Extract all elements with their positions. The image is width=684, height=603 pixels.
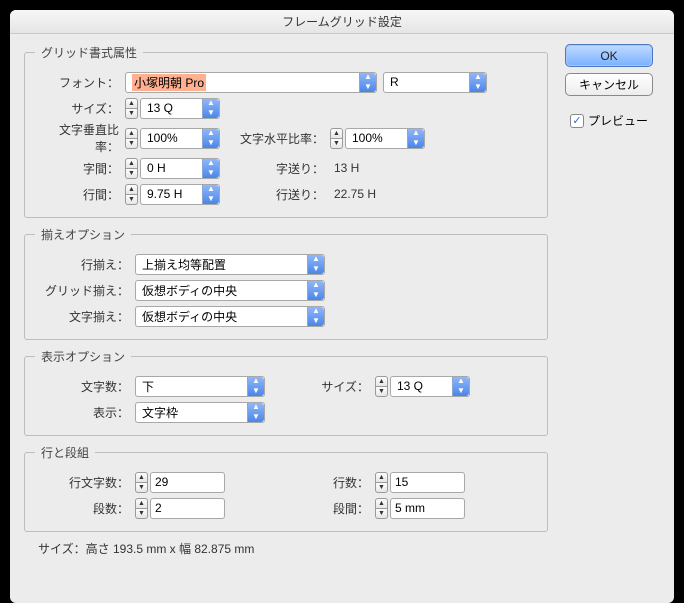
- line-aki-select[interactable]: 9.75 H ▲▼: [140, 184, 220, 205]
- chars-value: 29: [155, 475, 168, 489]
- gap-input[interactable]: 5 mm: [390, 498, 465, 519]
- label-hscale: 文字水平比率: [220, 130, 330, 147]
- lines-stepper[interactable]: ▲▼: [375, 472, 388, 493]
- font-family-value: 小塚明朝 Pro: [132, 74, 206, 91]
- view-size-stepper[interactable]: ▲▼: [375, 376, 388, 397]
- dan-input[interactable]: 2: [150, 498, 225, 519]
- legend-cols: 行と段組: [35, 444, 95, 461]
- line-align-value: 上揃え均等配置: [142, 256, 226, 273]
- label-font: フォント: [35, 74, 125, 91]
- label-lines: 行数: [225, 474, 375, 491]
- label-vscale: 文字垂直比率: [35, 121, 125, 155]
- hscale-select[interactable]: 100% ▲▼: [345, 128, 425, 149]
- stepper-arrows-icon: ▲▼: [307, 255, 324, 274]
- stepper-arrows-icon: ▲▼: [202, 129, 219, 148]
- ok-button[interactable]: OK: [565, 44, 653, 67]
- grid-align-value: 仮想ボディの中央: [142, 282, 237, 299]
- label-line-align: 行揃え: [35, 256, 135, 273]
- label-char-okuri: 字送り: [220, 160, 330, 177]
- legend-align: 揃えオプション: [35, 226, 131, 243]
- charcount-select[interactable]: 下 ▲▼: [135, 376, 265, 397]
- group-align-options: 揃えオプション 行揃え 上揃え均等配置 ▲▼ グリッド揃え 仮想ボディの中央 ▲…: [24, 226, 548, 340]
- gap-value: 5 mm: [395, 501, 425, 515]
- font-family-select[interactable]: 小塚明朝 Pro ▲▼: [125, 72, 377, 93]
- hscale-stepper[interactable]: ▲▼: [330, 128, 343, 149]
- vscale-value: 100%: [147, 131, 178, 145]
- label-grid-align: グリッド揃え: [35, 282, 135, 299]
- size-summary: サイズ：高さ 193.5 mm x 幅 82.875 mm: [24, 540, 548, 571]
- stepper-arrows-icon: ▲▼: [202, 185, 219, 204]
- label-view: 表示: [35, 404, 135, 421]
- preview-label: プレビュー: [588, 112, 648, 129]
- char-aki-value: 0 H: [147, 161, 166, 175]
- char-okuri-value: 13 H: [330, 161, 359, 175]
- stepper-arrows-icon: ▲▼: [307, 281, 324, 300]
- label-char-aki: 字間: [35, 160, 125, 177]
- stepper-arrows-icon: ▲▼: [202, 99, 219, 118]
- dialog-window: フレームグリッド設定 グリッド書式属性 フォント 小塚明朝 Pro ▲▼ R ▲…: [10, 10, 674, 603]
- dan-stepper[interactable]: ▲▼: [135, 498, 148, 519]
- hscale-value: 100%: [352, 131, 383, 145]
- size-stepper[interactable]: ▲▼: [125, 98, 138, 119]
- dan-value: 2: [155, 501, 162, 515]
- font-style-select[interactable]: R ▲▼: [383, 72, 487, 93]
- label-dan: 段数: [35, 500, 135, 517]
- stepper-arrows-icon: ▲▼: [359, 73, 376, 92]
- window-title: フレームグリッド設定: [282, 13, 402, 30]
- vscale-stepper[interactable]: ▲▼: [125, 128, 138, 149]
- label-size: サイズ: [35, 100, 125, 117]
- view-size-select[interactable]: 13 Q ▲▼: [390, 376, 470, 397]
- char-aki-select[interactable]: 0 H ▲▼: [140, 158, 220, 179]
- stepper-arrows-icon: ▲▼: [247, 403, 264, 422]
- view-value: 文字枠: [142, 404, 178, 421]
- gap-stepper[interactable]: ▲▼: [375, 498, 388, 519]
- preview-checkbox[interactable]: ✓: [570, 114, 584, 128]
- line-align-select[interactable]: 上揃え均等配置 ▲▼: [135, 254, 325, 275]
- titlebar: フレームグリッド設定: [10, 10, 674, 34]
- font-style-value: R: [390, 75, 399, 89]
- label-gap: 段間: [225, 500, 375, 517]
- label-line-okuri: 行送り: [220, 186, 330, 203]
- cancel-label: キャンセル: [579, 76, 639, 93]
- chars-stepper[interactable]: ▲▼: [135, 472, 148, 493]
- lines-value: 15: [395, 475, 408, 489]
- stepper-arrows-icon: ▲▼: [407, 129, 424, 148]
- line-aki-stepper[interactable]: ▲▼: [125, 184, 138, 205]
- group-grid-attributes: グリッド書式属性 フォント 小塚明朝 Pro ▲▼ R ▲▼ サイズ ▲▼: [24, 44, 548, 218]
- group-rows-columns: 行と段組 行文字数 ▲▼ 29 行数 ▲▼ 15 段数 ▲▼: [24, 444, 548, 532]
- lines-input[interactable]: 15: [390, 472, 465, 493]
- char-align-select[interactable]: 仮想ボディの中央 ▲▼: [135, 306, 325, 327]
- ok-label: OK: [600, 49, 617, 63]
- stepper-arrows-icon: ▲▼: [307, 307, 324, 326]
- legend-grid: グリッド書式属性: [35, 44, 143, 61]
- cancel-button[interactable]: キャンセル: [565, 73, 653, 96]
- vscale-select[interactable]: 100% ▲▼: [140, 128, 220, 149]
- label-charcount: 文字数: [35, 378, 135, 395]
- size-select[interactable]: 13 Q ▲▼: [140, 98, 220, 119]
- label-chars: 行文字数: [35, 474, 135, 491]
- line-okuri-value: 22.75 H: [330, 187, 376, 201]
- char-aki-stepper[interactable]: ▲▼: [125, 158, 138, 179]
- view-size-value: 13 Q: [397, 379, 423, 393]
- label-view-size: サイズ: [265, 378, 375, 395]
- line-aki-value: 9.75 H: [147, 187, 182, 201]
- chars-input[interactable]: 29: [150, 472, 225, 493]
- label-char-align: 文字揃え: [35, 308, 135, 325]
- stepper-arrows-icon: ▲▼: [202, 159, 219, 178]
- legend-view: 表示オプション: [35, 348, 131, 365]
- stepper-arrows-icon: ▲▼: [469, 73, 486, 92]
- stepper-arrows-icon: ▲▼: [247, 377, 264, 396]
- stepper-arrows-icon: ▲▼: [452, 377, 469, 396]
- charcount-value: 下: [142, 378, 154, 395]
- size-value: 13 Q: [147, 101, 173, 115]
- char-align-value: 仮想ボディの中央: [142, 308, 237, 325]
- group-view-options: 表示オプション 文字数 下 ▲▼ サイズ ▲▼ 13 Q ▲▼ 表示: [24, 348, 548, 436]
- grid-align-select[interactable]: 仮想ボディの中央 ▲▼: [135, 280, 325, 301]
- view-select[interactable]: 文字枠 ▲▼: [135, 402, 265, 423]
- label-line-aki: 行間: [35, 186, 125, 203]
